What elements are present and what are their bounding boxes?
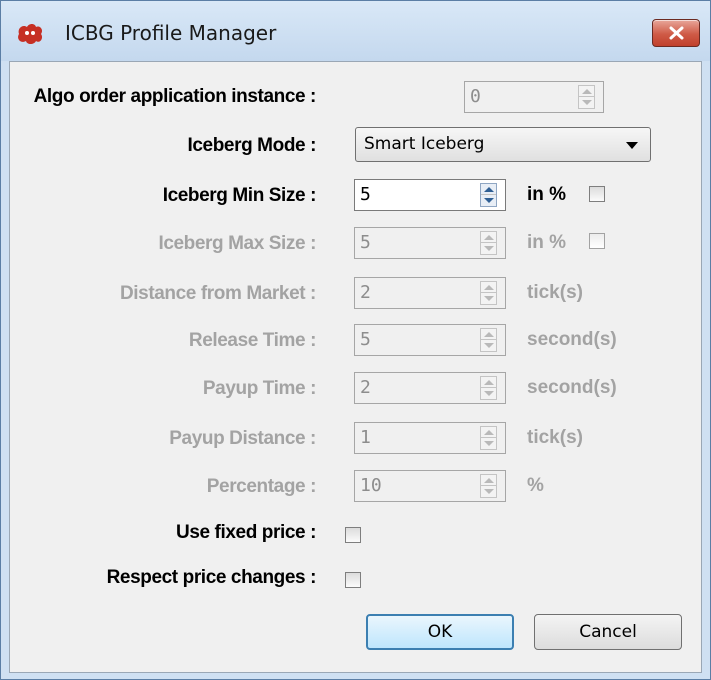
- iceberg-min-size-arrows[interactable]: [480, 183, 497, 207]
- percentage-label: Percentage :: [206, 476, 317, 497]
- payup-distance-label: Payup Distance :: [169, 428, 316, 449]
- chevron-down-icon: [626, 142, 638, 149]
- spin-up-icon[interactable]: [484, 380, 494, 385]
- spin-down-icon[interactable]: [582, 100, 592, 105]
- spin-down-icon[interactable]: [484, 198, 494, 203]
- payup-time-value: 2: [360, 377, 371, 398]
- close-icon: [669, 26, 684, 40]
- respect-price-changes-label: Respect price changes :: [106, 567, 317, 588]
- payup-time-label: Payup Time :: [202, 378, 317, 399]
- iceberg-max-size-arrows[interactable]: [480, 231, 497, 255]
- iceberg-max-size-percent-checkbox[interactable]: [589, 233, 605, 249]
- algo-instance-arrows[interactable]: [578, 85, 595, 109]
- iceberg-min-size-value: 5: [360, 184, 371, 205]
- iceberg-min-size-percent-checkbox[interactable]: [589, 186, 605, 202]
- iceberg-min-size-unit: in %: [527, 184, 567, 205]
- percentage-value: 10: [360, 475, 382, 496]
- use-fixed-price-label: Use fixed price :: [176, 522, 316, 543]
- iceberg-mode-label: Iceberg Mode :: [187, 135, 317, 156]
- payup-time-unit: second(s): [527, 377, 617, 398]
- algo-instance-label: Algo order application instance :: [33, 86, 317, 107]
- spin-down-icon[interactable]: [484, 343, 494, 348]
- spin-down-icon[interactable]: [484, 441, 494, 446]
- iceberg-mode-value: Smart Iceberg: [364, 134, 485, 154]
- payup-distance-arrows[interactable]: [480, 426, 497, 450]
- title-bar[interactable]: ICBG Profile Manager: [1, 1, 710, 61]
- algo-instance-value: 0: [470, 86, 481, 107]
- app-logo-icon: [18, 24, 43, 44]
- percentage-arrows[interactable]: [480, 474, 497, 498]
- spin-down-icon[interactable]: [484, 296, 494, 301]
- dialog-body: Algo order application instance : 0 Iceb…: [9, 61, 702, 673]
- cancel-button[interactable]: Cancel: [534, 614, 682, 650]
- payup-time-spinner[interactable]: 2: [354, 372, 506, 404]
- payup-distance-unit: tick(s): [527, 427, 583, 448]
- distance-from-market-spinner[interactable]: 2: [354, 277, 506, 309]
- payup-distance-value: 1: [360, 427, 371, 448]
- ok-button[interactable]: OK: [366, 614, 514, 650]
- payup-time-arrows[interactable]: [480, 376, 497, 400]
- iceberg-mode-dropdown[interactable]: Smart Iceberg: [355, 127, 651, 162]
- release-time-arrows[interactable]: [480, 328, 497, 352]
- distance-from-market-unit: tick(s): [527, 282, 583, 303]
- distance-from-market-label: Distance from Market :: [119, 283, 316, 304]
- iceberg-max-size-unit: in %: [527, 232, 567, 253]
- iceberg-max-size-label: Iceberg Max Size :: [158, 233, 316, 254]
- iceberg-max-size-spinner[interactable]: 5: [354, 227, 506, 259]
- window-title: ICBG Profile Manager: [65, 21, 277, 45]
- spin-up-icon[interactable]: [484, 332, 494, 337]
- iceberg-max-size-value: 5: [360, 232, 371, 253]
- spin-up-icon[interactable]: [582, 89, 592, 94]
- spin-up-icon[interactable]: [484, 285, 494, 290]
- percentage-spinner[interactable]: 10: [354, 470, 506, 502]
- respect-price-changes-checkbox[interactable]: [345, 572, 361, 588]
- release-time-spinner[interactable]: 5: [354, 324, 506, 356]
- spin-up-icon[interactable]: [484, 235, 494, 240]
- algo-instance-spinner[interactable]: 0: [464, 81, 604, 113]
- percentage-unit: %: [527, 475, 544, 496]
- iceberg-min-size-label: Iceberg Min Size :: [162, 185, 317, 206]
- spin-down-icon[interactable]: [484, 489, 494, 494]
- close-button[interactable]: [652, 19, 700, 47]
- use-fixed-price-checkbox[interactable]: [345, 527, 361, 543]
- dialog-window: ICBG Profile Manager Algo order applicat…: [0, 0, 711, 680]
- distance-from-market-value: 2: [360, 282, 371, 303]
- release-time-unit: second(s): [527, 329, 617, 350]
- distance-from-market-arrows[interactable]: [480, 281, 497, 305]
- spin-down-icon[interactable]: [484, 391, 494, 396]
- release-time-label: Release Time :: [188, 330, 317, 351]
- spin-up-icon[interactable]: [484, 187, 494, 192]
- payup-distance-spinner[interactable]: 1: [354, 422, 506, 454]
- iceberg-min-size-spinner[interactable]: 5: [354, 179, 506, 211]
- spin-down-icon[interactable]: [484, 246, 494, 251]
- spin-up-icon[interactable]: [484, 430, 494, 435]
- release-time-value: 5: [360, 329, 371, 350]
- spin-up-icon[interactable]: [484, 478, 494, 483]
